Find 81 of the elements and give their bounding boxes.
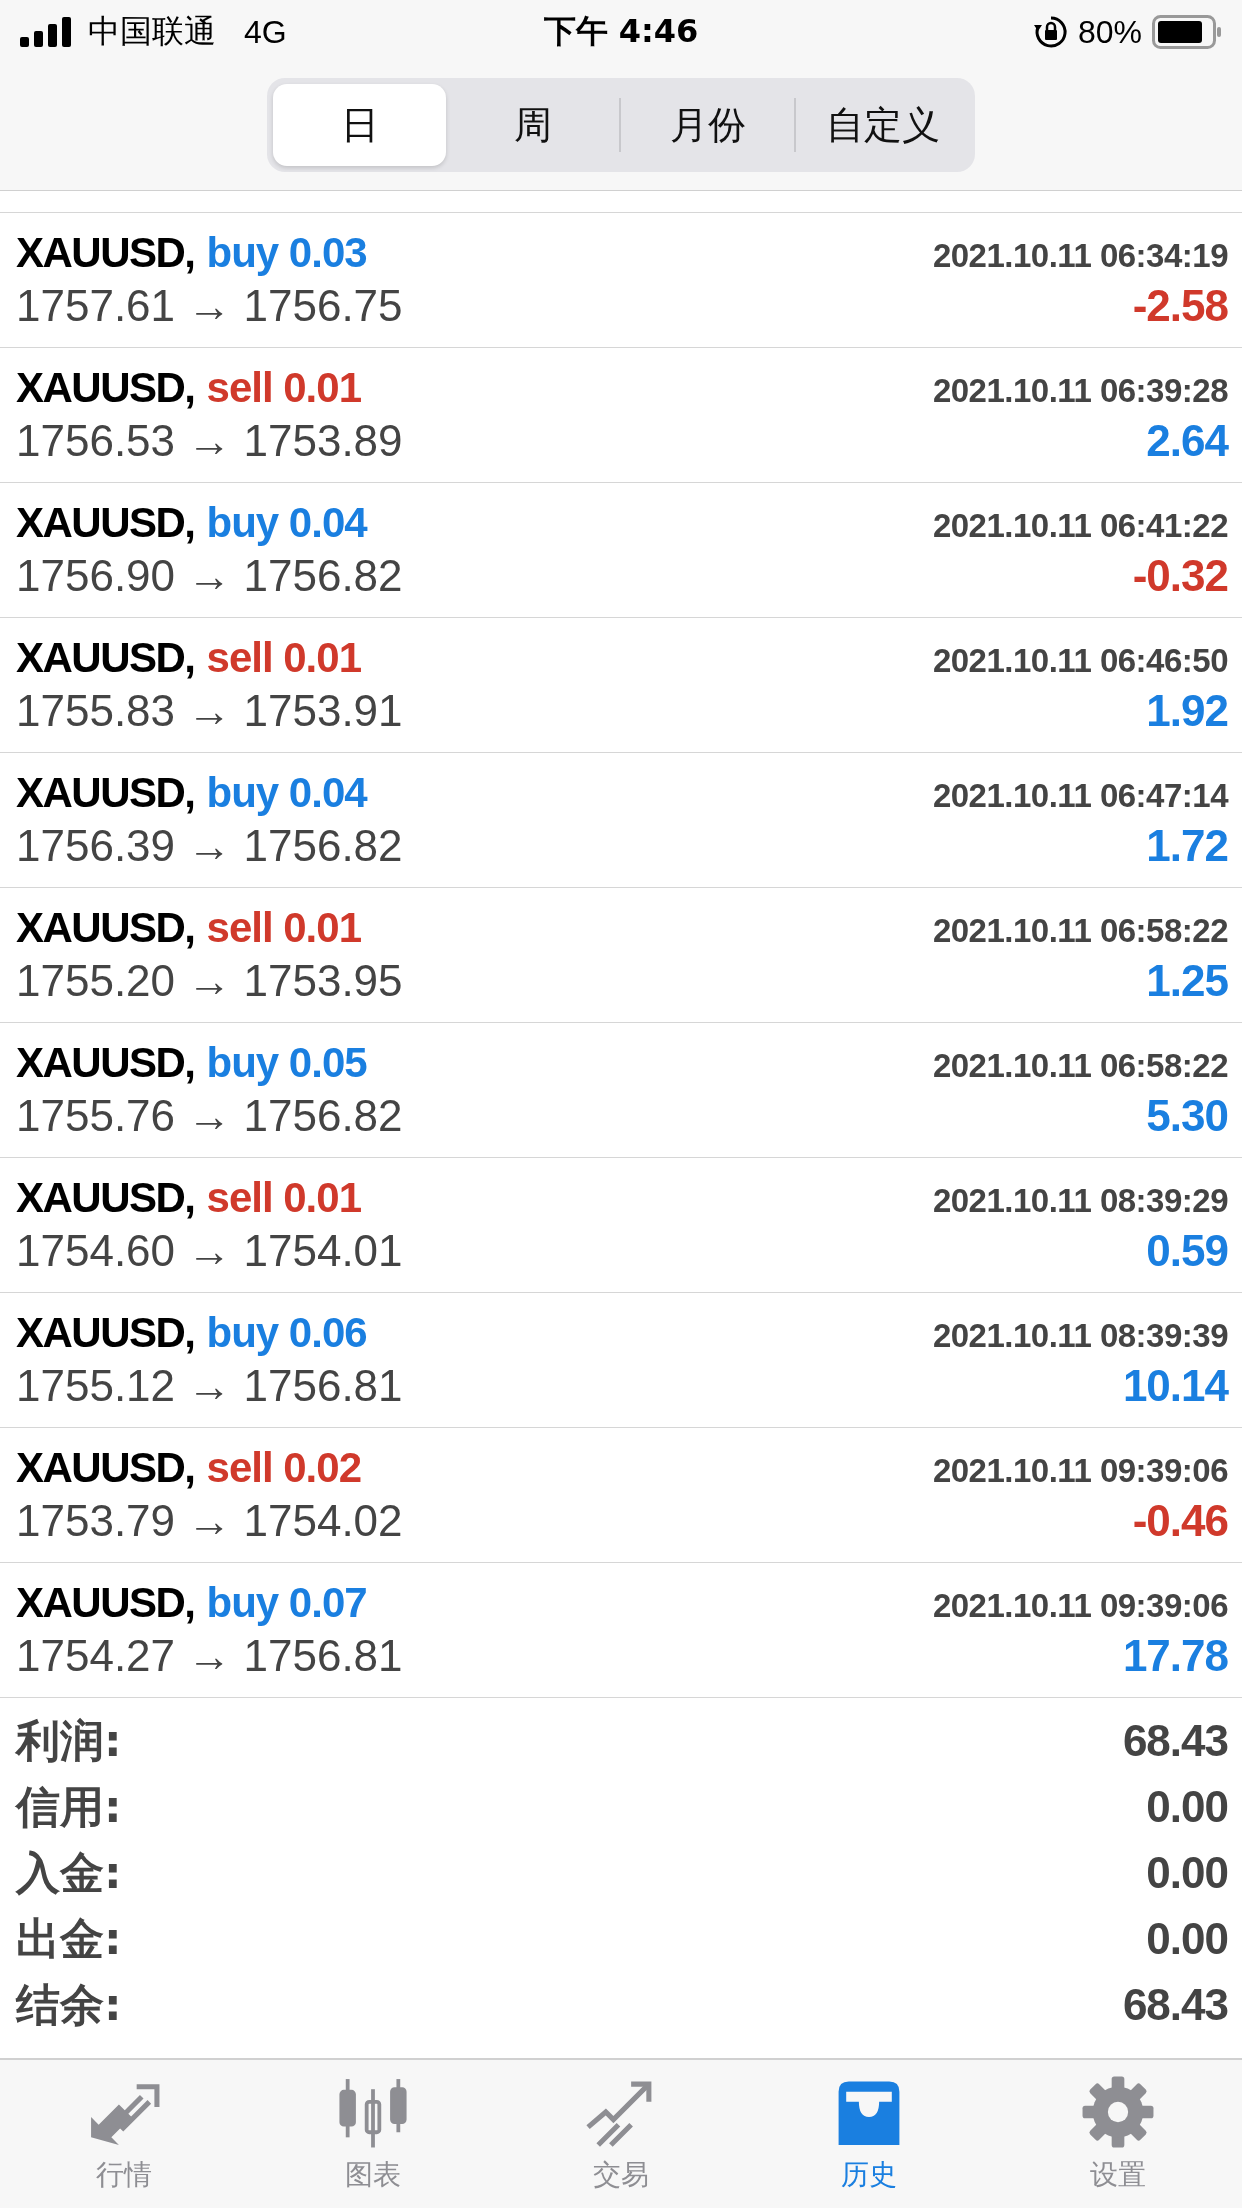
- price-range: 1755.20 → 1753.95: [16, 956, 403, 1006]
- deal-time: 2021.10.11 06:58:22: [932, 912, 1228, 950]
- summary-value: 68.43: [1122, 1716, 1228, 1766]
- price-range: 1753.79 → 1754.02: [16, 1496, 403, 1546]
- order-type: sell 0.01: [206, 1174, 361, 1222]
- tab-bar-item[interactable]: 历史: [745, 2060, 994, 2208]
- summary-value: 0.00: [1146, 1848, 1228, 1898]
- price-range: 1756.39 → 1756.82: [16, 821, 403, 871]
- rotation-lock-icon: [1033, 15, 1068, 49]
- summary-label: 利润:: [16, 1713, 122, 1768]
- deal-time: 2021.10.11 06:46:50: [932, 642, 1228, 680]
- symbol-label: XAUUSD,: [16, 1309, 195, 1357]
- price-range: 1755.83 → 1753.91: [16, 686, 403, 736]
- clock-time: 下午 4:46: [543, 12, 699, 50]
- order-type: buy 0.05: [206, 1039, 367, 1087]
- tab-bar-item[interactable]: 行情: [0, 2060, 249, 2208]
- deal-time: 2021.10.11 09:39:06: [932, 1587, 1228, 1625]
- order-type: sell 0.01: [206, 904, 361, 952]
- order-type: buy 0.04: [206, 769, 367, 817]
- period-tab[interactable]: 周: [446, 84, 619, 166]
- tab-bar-item[interactable]: 图表: [248, 2060, 497, 2208]
- price-range: 1754.27 → 1756.81: [16, 1631, 403, 1681]
- order-type: buy 0.04: [206, 499, 367, 547]
- symbol-label: XAUUSD,: [16, 364, 195, 412]
- period-tab[interactable]: 自定义: [796, 84, 969, 166]
- battery-icon: [1152, 15, 1222, 49]
- price-range: 1754.60 → 1754.01: [16, 1226, 403, 1276]
- carrier-name: 中国联通: [88, 12, 216, 51]
- signal-icon: [20, 17, 74, 47]
- profit-value: 17.78: [1122, 1631, 1228, 1681]
- symbol-label: XAUUSD,: [16, 904, 195, 952]
- summary-value: 68.43: [1122, 1980, 1228, 2030]
- summary-value: 0.00: [1146, 1782, 1228, 1832]
- profit-value: 2.64: [1146, 416, 1228, 466]
- summary-label: 结余:: [16, 1977, 122, 2032]
- symbol-label: XAUUSD,: [16, 769, 195, 817]
- order-type: buy 0.07: [206, 1579, 367, 1627]
- period-tab[interactable]: 日: [273, 84, 446, 166]
- deal-time: 2021.10.11 06:47:14: [932, 777, 1228, 815]
- summary-label: 出金:: [16, 1911, 122, 1966]
- price-range: 1756.90 → 1756.82: [16, 551, 403, 601]
- profit-value: -0.32: [1132, 551, 1228, 601]
- symbol-label: XAUUSD,: [16, 1579, 195, 1627]
- symbol-label: XAUUSD,: [16, 1174, 195, 1222]
- deal-time: 2021.10.11 06:58:22: [932, 1047, 1228, 1085]
- summary-value: 0.00: [1146, 1914, 1228, 1964]
- symbol-label: XAUUSD,: [16, 499, 195, 547]
- profit-value: 10.14: [1122, 1361, 1228, 1411]
- battery-percent: 80%: [1077, 13, 1142, 51]
- summary-label: 入金:: [16, 1845, 122, 1900]
- order-type: buy 0.06: [206, 1309, 367, 1357]
- profit-value: 5.30: [1146, 1091, 1228, 1141]
- price-range: 1757.61 → 1756.75: [16, 281, 403, 331]
- period-tab[interactable]: 月份: [621, 84, 794, 166]
- price-range: 1756.53 → 1753.89: [16, 416, 403, 466]
- profit-value: 0.59: [1146, 1226, 1228, 1276]
- deal-time: 2021.10.11 06:39:28: [932, 372, 1228, 410]
- profit-value: -0.46: [1132, 1496, 1228, 1546]
- deal-time: 2021.10.11 08:39:29: [932, 1182, 1228, 1220]
- profit-value: 1.92: [1146, 686, 1228, 736]
- profit-value: 1.72: [1146, 821, 1228, 871]
- summary-label: 信用:: [16, 1779, 122, 1834]
- deal-time: 2021.10.11 06:34:19: [932, 237, 1228, 275]
- order-type: sell 0.01: [206, 364, 361, 412]
- tab-bar-item[interactable]: 交易: [496, 2060, 746, 2208]
- order-type: sell 0.02: [206, 1444, 361, 1492]
- network-type: 4G: [244, 13, 287, 51]
- price-range: 1755.12 → 1756.81: [16, 1361, 403, 1411]
- deal-time: 2021.10.11 06:41:22: [932, 507, 1228, 545]
- profit-value: 1.25: [1146, 956, 1228, 1006]
- deal-time: 2021.10.11 09:39:06: [932, 1452, 1228, 1490]
- order-type: sell 0.01: [206, 634, 361, 682]
- symbol-label: XAUUSD,: [16, 1444, 195, 1492]
- symbol-label: XAUUSD,: [16, 634, 195, 682]
- symbol-label: XAUUSD,: [16, 229, 195, 277]
- order-type: buy 0.03: [206, 229, 367, 277]
- deal-time: 2021.10.11 08:39:39: [932, 1317, 1228, 1355]
- price-range: 1755.76 → 1756.82: [16, 1091, 403, 1141]
- profit-value: -2.58: [1132, 281, 1228, 331]
- tab-bar-item[interactable]: 设置: [993, 2060, 1242, 2208]
- symbol-label: XAUUSD,: [16, 1039, 195, 1087]
